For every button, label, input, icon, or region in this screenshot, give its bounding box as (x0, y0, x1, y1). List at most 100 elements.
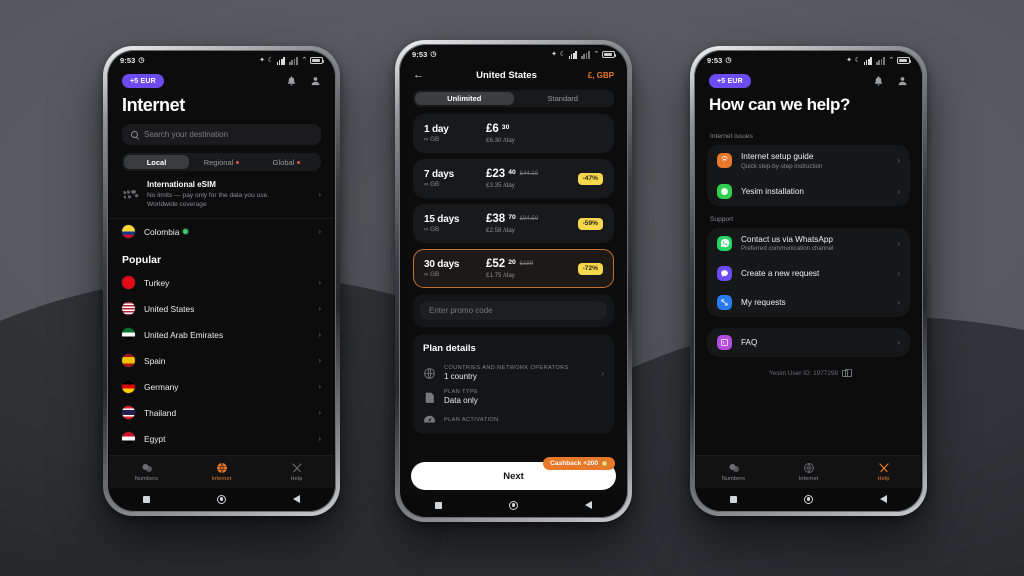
globe-icon (216, 462, 227, 474)
segment-unlimited[interactable]: Unlimited (415, 92, 514, 105)
country-row-current[interactable]: Colombia › (109, 219, 334, 245)
balance-badge[interactable]: +5 EUR (122, 74, 164, 88)
recents-button[interactable] (142, 495, 150, 503)
status-bar: 9:53 ◷ ✦ ☾ ⌃ (109, 52, 334, 69)
list-item[interactable]: Germany › (109, 374, 334, 400)
back-button[interactable] (293, 495, 301, 503)
help-item-internet-setup-guide[interactable]: Internet setup guide Quick step-by-step … (707, 145, 910, 177)
discount-badge: -59% (577, 217, 603, 230)
signal-icon (863, 57, 874, 65)
list-item[interactable]: Egypt › (109, 426, 334, 452)
status-bar-left: 9:53 ◷ (707, 56, 732, 65)
plan-card-1-day[interactable]: 1 day ∞ GB £6 30 £6.30 /day (413, 114, 614, 153)
segment-regional[interactable]: Regional (189, 155, 254, 169)
back-arrow-icon[interactable]: ← (413, 69, 435, 81)
tab-help[interactable]: Help (846, 462, 921, 482)
segment-local-label: Local (146, 157, 167, 167)
country-name: Colombia (144, 227, 309, 237)
home-button[interactable] (216, 494, 226, 504)
tab-help[interactable]: Help (259, 462, 334, 482)
help-item-whatsapp[interactable]: Contact us via WhatsApp Preferred commun… (707, 228, 910, 260)
country-label: Germany (144, 381, 179, 392)
segment-standard[interactable]: Standard (514, 92, 613, 105)
help-item-create-request[interactable]: Create a new request › (707, 259, 910, 288)
list-item[interactable]: Turkey › (109, 270, 334, 296)
tab-numbers[interactable]: Numbers (696, 462, 771, 482)
globe-icon (424, 367, 435, 379)
help-item-my-requests[interactable]: My requests › (707, 288, 910, 317)
flag-us-icon (122, 302, 135, 316)
international-esim-banner[interactable]: International eSIM No limits — pay only … (109, 171, 334, 218)
home-button[interactable] (508, 500, 518, 510)
install-icon (717, 183, 732, 199)
phone-3-screen: 9:53 ◷ ✦ ☾ ⌃ +5 EUR How can we help? Int… (696, 52, 921, 510)
discount-badge: -72% (577, 262, 603, 275)
help-item-title: Yesim installation (741, 186, 804, 196)
tab-internet[interactable]: Internet (771, 462, 846, 482)
recents-button[interactable] (434, 501, 442, 509)
segment-global[interactable]: Global (254, 155, 319, 169)
status-bar-left: 9:53 ◷ (412, 50, 437, 59)
price-original: £94.50 (519, 216, 539, 222)
chevron-right-icon: › (601, 368, 604, 378)
list-item[interactable]: United States › (109, 296, 334, 322)
plan-list: 1 day ∞ GB £630 £6.30 /day 7 days ∞ GB (401, 107, 626, 288)
list-item[interactable]: Spain › (109, 348, 334, 374)
plan-card-30-days[interactable]: 30 days ∞ GB £52 20 £189 £1.75 /day -72% (413, 249, 614, 288)
tab-numbers[interactable]: Numbers (109, 462, 184, 482)
plan-price-main: £23 40 £44.10 (486, 168, 578, 180)
profile-icon[interactable] (897, 75, 908, 87)
tab-label: Numbers (721, 476, 746, 482)
promo-code-input[interactable]: Enter promo code (420, 301, 607, 320)
tab-label: Numbers (134, 476, 159, 482)
search-input[interactable]: Search your destination (122, 124, 321, 145)
alarm-icon: ◷ (430, 51, 437, 58)
home-button[interactable] (803, 494, 813, 504)
bell-icon[interactable] (286, 75, 297, 87)
plan-duration: 30 days ∞ GB (424, 259, 486, 278)
balance-badge[interactable]: +5 EUR (709, 74, 751, 88)
esim-banner-subtitle: No limits — pay only for the data you us… (147, 191, 310, 210)
plan-price: £52 20 £189 £1.75 /day (486, 258, 578, 279)
bell-icon[interactable] (873, 75, 884, 87)
help-card-faq: FAQ › (707, 328, 910, 357)
plan-detail-row-countries[interactable]: COUNTRIES AND NETWORK OPERATORS 1 countr… (423, 361, 604, 385)
numbers-icon (142, 464, 152, 472)
esim-banner-title: International eSIM (147, 180, 216, 189)
list-item[interactable]: United Arab Emirates › (109, 322, 334, 348)
segment-regional-label: Regional (203, 157, 234, 167)
phone-1-bezel: 9:53 ◷ ✦ ☾ ⌃ +5 EUR Internet Search your… (107, 50, 336, 512)
do-not-disturb-icon: ☾ (267, 57, 275, 64)
android-nav-bar (401, 494, 626, 516)
esim-banner-sub-2: Worldwide coverage (147, 201, 207, 209)
bluetooth-icon: ✦ (259, 57, 266, 64)
plan-card-15-days[interactable]: 15 days ∞ GB £38 70 £94.50 £2.58 /day -59… (413, 204, 614, 243)
plan-card-7-days[interactable]: 7 days ∞ GB £23 40 £44.10 £3.35 /day -47% (413, 159, 614, 198)
price-integer: £23 (486, 168, 506, 180)
plan-duration-label: 7 days (424, 169, 454, 180)
country-label: United Arab Emirates (144, 329, 224, 340)
chevron-right-icon: › (318, 330, 321, 340)
status-time: 9:53 (707, 56, 723, 65)
status-bar-right: ✦ ☾ ⌃ (551, 51, 617, 59)
back-button[interactable] (880, 495, 888, 503)
price-integer: £52 (486, 258, 506, 270)
help-item-yesim-installation[interactable]: Yesim installation › (707, 177, 910, 206)
segment-local[interactable]: Local (124, 155, 189, 169)
recents-button[interactable] (729, 495, 737, 503)
phone-1-internet-screen: 9:53 ◷ ✦ ☾ ⌃ +5 EUR Internet Search your… (103, 46, 340, 516)
currency-selector[interactable]: £, GBP (578, 71, 614, 80)
list-item[interactable]: Thailand › (109, 400, 334, 426)
tab-internet[interactable]: Internet (184, 462, 259, 482)
help-item-subtitle: Quick step-by-step instruction (741, 162, 823, 170)
user-id-row[interactable]: Yesim User ID: 1977298 (696, 357, 921, 378)
my-requests-icon (717, 295, 732, 310)
bottom-tab-bar: Numbers Internet Help (109, 455, 334, 488)
back-button[interactable] (585, 501, 593, 509)
profile-icon[interactable] (310, 75, 321, 87)
plan-header: ← United States £, GBP (401, 63, 626, 83)
help-item-faq[interactable]: FAQ › (707, 328, 910, 357)
coin-icon (601, 460, 608, 467)
plan-price-main: £6 30 (486, 123, 603, 135)
copy-icon[interactable] (842, 369, 852, 378)
